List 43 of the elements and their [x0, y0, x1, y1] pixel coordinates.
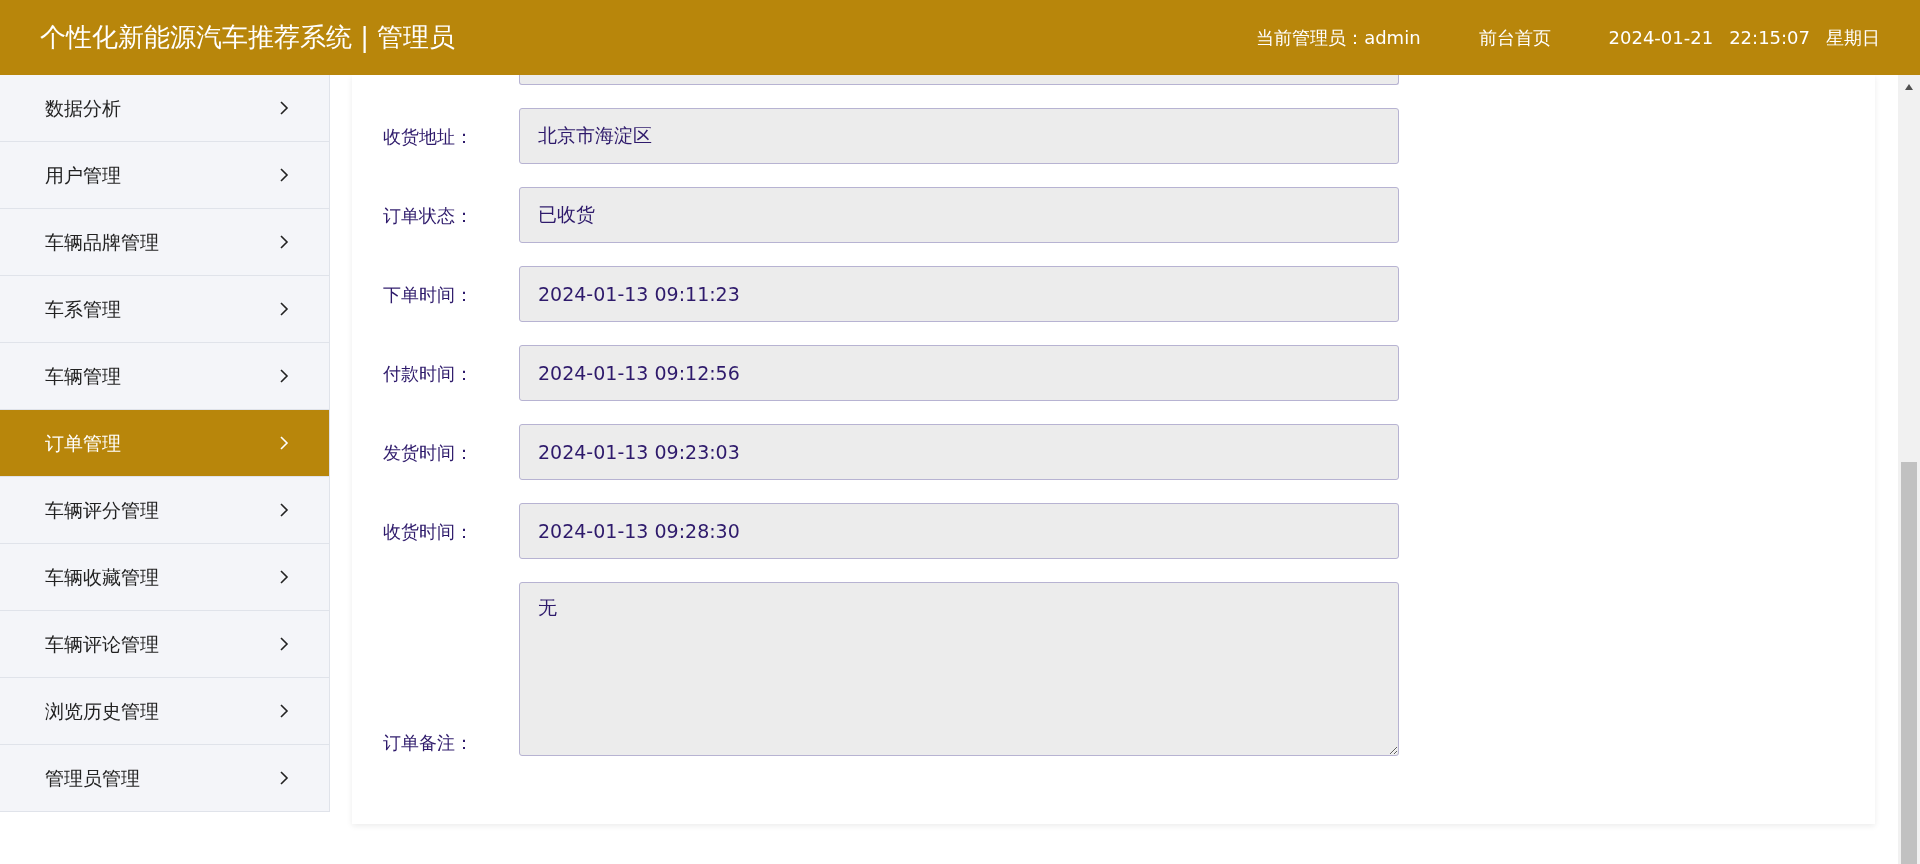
input-field[interactable]: 2024-01-13 09:23:03 — [519, 424, 1399, 480]
input-field[interactable]: 北京市海淀区 — [519, 108, 1399, 164]
weekday-text: 星期日 — [1826, 26, 1880, 50]
input-field[interactable]: 2024-01-13 09:12:56 — [519, 345, 1399, 401]
field-label: 订单状态： — [383, 203, 474, 228]
input-field[interactable]: 2024-01-13 09:28:30 — [519, 503, 1399, 559]
chevron-right-icon — [279, 301, 289, 317]
scrollbar-thumb[interactable] — [1901, 462, 1917, 864]
chevron-right-icon — [279, 368, 289, 384]
scrollbar[interactable] — [1898, 75, 1920, 864]
chevron-right-icon — [279, 636, 289, 652]
chevron-right-icon — [279, 100, 289, 116]
admin-label: 当前管理员：admin — [1256, 26, 1421, 50]
sidebar-item[interactable]: 管理员管理 — [0, 745, 329, 812]
chevron-right-icon — [279, 703, 289, 719]
chevron-right-icon — [279, 770, 289, 786]
field-label: 下单时间： — [383, 282, 474, 307]
sidebar-item[interactable]: 数据分析 — [0, 75, 329, 142]
sidebar-item[interactable]: 浏览历史管理 — [0, 678, 329, 745]
chevron-right-icon — [279, 569, 289, 585]
field-label: 订单备注： — [383, 731, 474, 755]
textarea-field[interactable]: 无 — [519, 582, 1399, 756]
sidebar-item[interactable]: 用户管理 — [0, 142, 329, 209]
sidebar-item[interactable]: 车辆评分管理 — [0, 477, 329, 544]
scroll-up-icon[interactable] — [1904, 83, 1914, 91]
input-field[interactable]: 已收货 — [519, 187, 1399, 243]
app-title: 个性化新能源汽车推荐系统 | 管理员 — [40, 21, 456, 55]
sidebar-item[interactable]: 车辆收藏管理 — [0, 544, 329, 611]
field-label: 付款时间： — [383, 361, 474, 386]
sidebar-item[interactable]: 车辆评论管理 — [0, 611, 329, 678]
field-label: 收货时间： — [383, 519, 474, 544]
sidebar-item[interactable]: 车系管理 — [0, 276, 329, 343]
chevron-right-icon — [279, 502, 289, 518]
input-field[interactable] — [519, 75, 1399, 85]
field-label: 收货地址： — [383, 124, 474, 149]
field-label: 发货时间： — [383, 440, 474, 465]
input-field[interactable]: 2024-01-13 09:11:23 — [519, 266, 1399, 322]
chevron-right-icon — [279, 234, 289, 250]
time-text: 22:15:07 — [1729, 26, 1810, 50]
sidebar-item[interactable]: 车辆品牌管理 — [0, 209, 329, 276]
chevron-right-icon — [279, 167, 289, 183]
date-text: 2024-01-21 — [1608, 26, 1714, 50]
chevron-right-icon — [279, 435, 289, 451]
